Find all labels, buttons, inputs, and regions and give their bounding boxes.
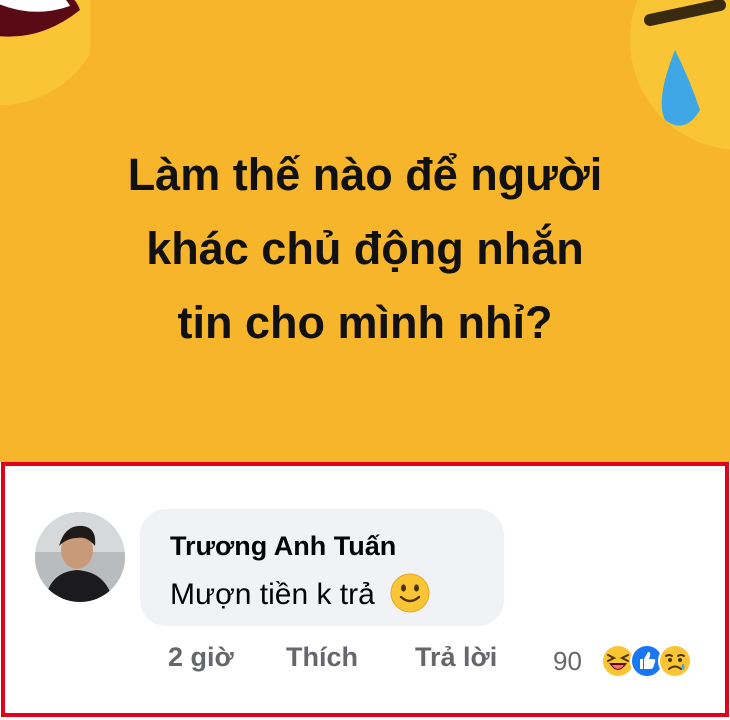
laughing-crying-emoji-icon [0,0,90,105]
avatar[interactable] [35,512,125,602]
comment-author[interactable]: Trương Anh Tuấn [170,531,396,562]
post-image: Làm thế nào để người khác chủ động nhắn … [0,0,730,462]
slightly-smiling-face-icon [390,573,430,613]
reaction-count[interactable]: 90 [553,646,582,677]
post-line: tin cho mình nhỉ? [177,297,553,348]
comment-body: Mượn tiền k trả [170,572,431,614]
post-line: khác chủ động nhắn [146,223,584,274]
sad-icon[interactable] [657,643,693,679]
avatar-photo-icon [35,512,125,602]
post-line: Làm thế nào để người [127,149,603,200]
reply-button[interactable]: Trả lời [415,642,497,673]
comment-text: Mượn tiền k trả [170,578,375,611]
post-question-text: Làm thế nào để người khác chủ động nhắn … [40,138,690,360]
comment-time[interactable]: 2 giờ [168,642,234,673]
crying-laughing-emoji-icon [630,0,730,150]
highlighted-comment: Trương Anh Tuấn Mượn tiền k trả 2 giờ Th… [1,462,729,717]
comment-bubble: Trương Anh Tuấn Mượn tiền k trả [140,509,504,626]
like-button[interactable]: Thích [286,642,358,673]
